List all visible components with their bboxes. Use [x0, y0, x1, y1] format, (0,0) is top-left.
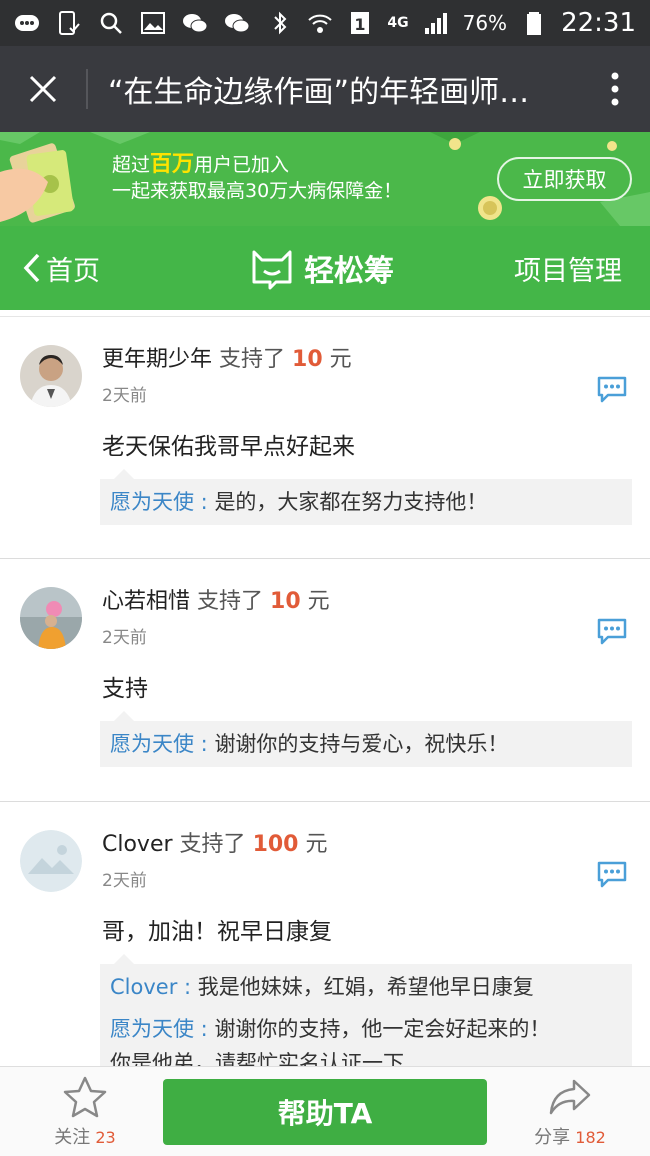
logo-text: 轻松筹: [304, 254, 394, 289]
cat-logo-icon: [252, 250, 292, 290]
page-title: “在生命边缘作画”的年轻画师…: [108, 75, 530, 110]
timestamp: 2天前: [102, 628, 147, 648]
more-button[interactable]: [580, 46, 650, 132]
comment-message: 哥，加油！祝早日康复: [102, 919, 332, 945]
clock: 22:31: [561, 8, 636, 38]
comment-icon: [597, 861, 627, 888]
svg-text:1: 1: [355, 15, 366, 34]
supporter-line: 更年期少年 支持了 10 元: [102, 341, 352, 373]
comment-message: 老天保佑我哥早点好起来: [102, 434, 355, 460]
supporter-name[interactable]: 心若相惜: [102, 589, 190, 614]
avatar[interactable]: [20, 587, 82, 649]
reply-text: 我是他妹妹，红娟，希望他早日康复: [197, 975, 534, 999]
reply-button[interactable]: [596, 375, 628, 403]
support-verb: 支持了: [179, 832, 246, 857]
support-amount: 10: [270, 589, 301, 614]
wifi-icon: [307, 10, 333, 36]
reply-text: 是的，大家都在努力支持他！: [214, 490, 488, 514]
banner-line-2: 一起来获取最高30万大病保障金！: [112, 180, 403, 202]
reply: 愿为天使 : 谢谢你的支持，他一定会好起来的！: [110, 1017, 551, 1041]
support-amount: 100: [252, 832, 299, 857]
more-vertical-icon: [611, 72, 619, 106]
help-button[interactable]: 帮助TA: [163, 1079, 487, 1145]
follow-count: 23: [95, 1128, 116, 1147]
wechat-icon: [182, 10, 208, 36]
supporter-name[interactable]: Clover: [102, 832, 173, 857]
back-label: 首页: [46, 255, 100, 287]
reply-box: 愿为天使 : 是的，大家都在努力支持他！: [100, 469, 632, 525]
comment-item: Clover 支持了 100 元 2天前 哥，加油！祝早日康复 Clover :…: [0, 802, 650, 1066]
currency-unit: 元: [307, 589, 330, 614]
reply-button[interactable]: [596, 860, 628, 888]
close-button[interactable]: [0, 46, 86, 132]
network-type: 4G: [387, 15, 409, 31]
supporter-name[interactable]: 更年期少年: [102, 347, 212, 372]
reply: 愿为天使 : 谢谢你的支持与爱心，祝快乐！: [110, 732, 509, 756]
share-button[interactable]: 分享 182: [520, 1075, 620, 1149]
banner-text: 超过百万用户已加入 一起来获取最高30万大病保障金！: [112, 152, 402, 204]
battery-percent: 76%: [462, 11, 508, 35]
avatar[interactable]: [20, 345, 82, 407]
app-nav-bar: 首页 轻松筹 项目管理: [0, 226, 650, 310]
timestamp: 2天前: [102, 871, 147, 891]
supporter-line: Clover 支持了 100 元: [102, 826, 328, 858]
close-icon: [29, 75, 57, 103]
comment-item: 心若相惜 支持了 10 元 2天前 支持 愿为天使 : 谢谢你的支持与爱心，祝快…: [0, 559, 650, 802]
battery-icon: [521, 10, 547, 36]
reply-button[interactable]: [596, 617, 628, 645]
project-manage-button[interactable]: 项目管理: [514, 226, 622, 310]
timestamp: 2天前: [102, 386, 147, 406]
reply: 愿为天使 : 是的，大家都在努力支持他！: [110, 490, 488, 514]
support-comments-list: 更年期少年 支持了 10 元 2天前 老天保佑我哥早点好起来 愿为天使 : 是的…: [0, 316, 650, 1066]
comment-message: 支持: [102, 676, 148, 702]
comment-icon: [597, 376, 627, 403]
follow-button[interactable]: 关注 23: [40, 1075, 130, 1149]
chat-bubble-icon: [14, 10, 40, 36]
phone-check-icon: [56, 10, 82, 36]
supporter-line: 心若相惜 支持了 10 元: [102, 583, 330, 615]
bottom-action-bar: 关注 23 帮助TA 分享 182: [0, 1066, 650, 1156]
status-bar: 1 4G 76% 22:31: [0, 0, 650, 46]
reply-author[interactable]: Clover: [110, 975, 177, 999]
reply: Clover : 我是他妹妹，红娟，希望他早日康复: [110, 975, 534, 999]
support-verb: 支持了: [197, 589, 264, 614]
promo-banner[interactable]: 超过百万用户已加入 一起来获取最高30万大病保障金！ 立即获取: [0, 132, 650, 226]
logo: 轻松筹: [250, 240, 394, 296]
follow-label: 关注: [54, 1127, 91, 1148]
comment-item: 更年期少年 支持了 10 元 2天前 老天保佑我哥早点好起来 愿为天使 : 是的…: [0, 317, 650, 559]
reply-author[interactable]: 愿为天使: [110, 490, 194, 514]
banner-line-1: 超过百万用户已加入: [112, 152, 290, 177]
currency-unit: 元: [305, 832, 328, 857]
reply-text: 谢谢你的支持与爱心，祝快乐！: [214, 732, 509, 756]
sim-icon: 1: [347, 10, 373, 36]
star-icon: [63, 1076, 107, 1118]
image-icon: [140, 10, 166, 36]
currency-unit: 元: [329, 347, 352, 372]
support-amount: 10: [292, 347, 323, 372]
share-label: 分享: [534, 1127, 571, 1148]
reply-author[interactable]: 愿为天使: [110, 732, 194, 756]
share-icon: [549, 1079, 591, 1115]
search-icon: [98, 10, 124, 36]
support-verb: 支持了: [219, 347, 286, 372]
back-home-button[interactable]: 首页: [22, 226, 100, 310]
share-count: 182: [575, 1128, 606, 1147]
reply-author[interactable]: 愿为天使: [110, 1017, 194, 1041]
reply-box: 愿为天使 : 谢谢你的支持与爱心，祝快乐！: [100, 711, 632, 767]
reply-box: Clover : 我是他妹妹，红娟，希望他早日康复 愿为天使 : 谢谢你的支持，…: [100, 954, 632, 1066]
get-now-button[interactable]: 立即获取: [497, 157, 632, 201]
banner-highlight: 百万: [150, 152, 195, 177]
signal-icon: [423, 10, 449, 36]
bluetooth-icon: [267, 10, 293, 36]
comment-icon: [597, 618, 627, 645]
avatar[interactable]: [20, 830, 82, 892]
reply-continuation: 你是他弟，请帮忙实名认证一下: [110, 1051, 404, 1066]
reply-text: 谢谢你的支持，他一定会好起来的！: [214, 1017, 551, 1041]
wechat-icon: [224, 10, 250, 36]
chevron-left-icon: [23, 253, 40, 283]
webview-title-bar: “在生命边缘作画”的年轻画师…: [0, 46, 650, 132]
